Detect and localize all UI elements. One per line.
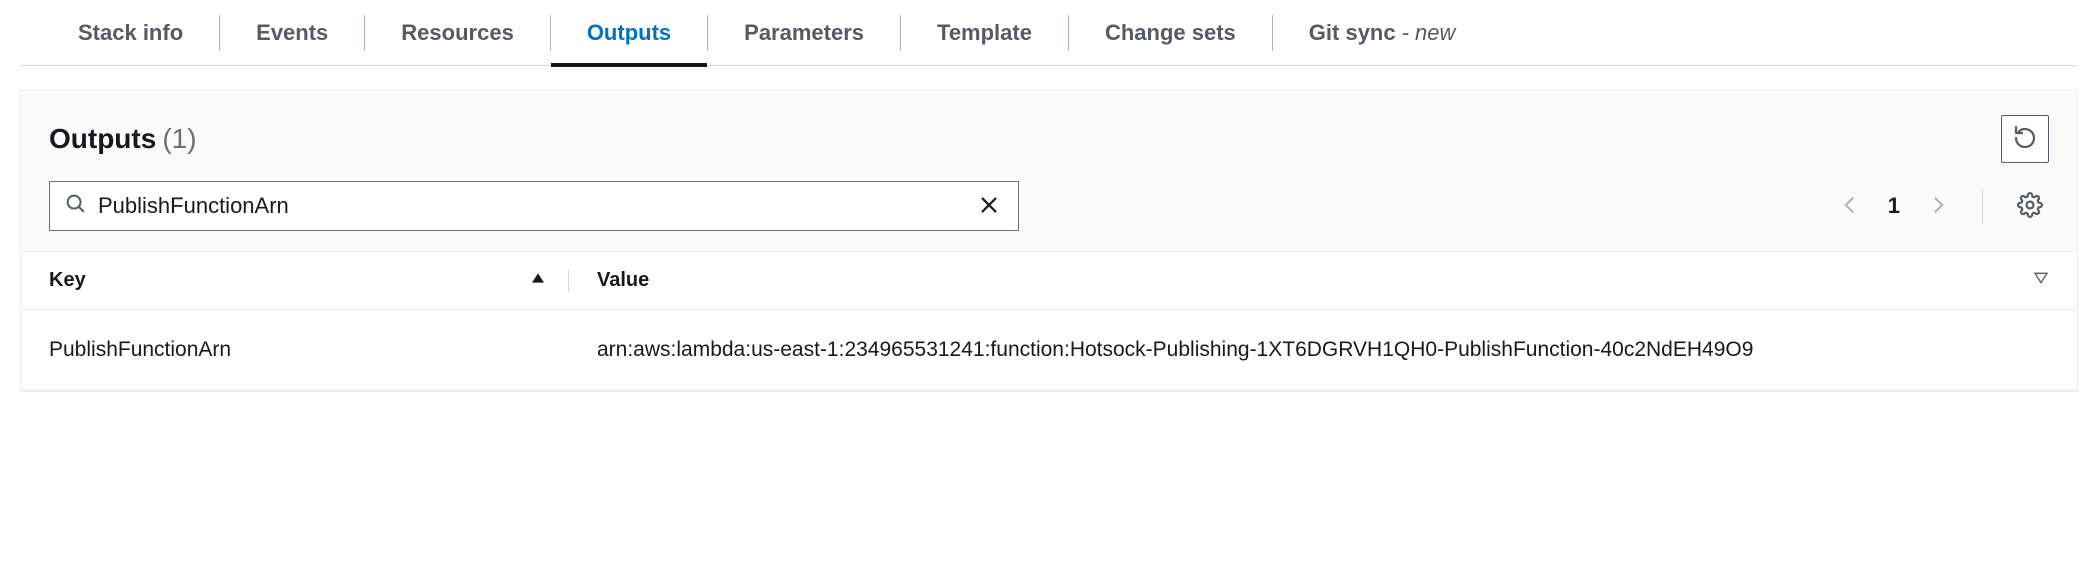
tab-resources[interactable]: Resources xyxy=(365,0,550,66)
table-settings-button[interactable] xyxy=(2011,186,2049,227)
search-box[interactable] xyxy=(49,181,1019,231)
tab-label: Template xyxy=(937,20,1032,46)
cell-key: PublishFunctionArn xyxy=(49,338,569,362)
panel-title: Outputs xyxy=(49,123,156,155)
tab-label: Stack info xyxy=(78,20,183,46)
tab-label: Git sync xyxy=(1309,20,1396,46)
column-header-key[interactable]: Key xyxy=(49,269,569,292)
tab-parameters[interactable]: Parameters xyxy=(708,0,900,66)
outputs-table: Key Value Publ xyxy=(21,251,2077,391)
search-icon xyxy=(64,192,86,220)
pagination: 1 xyxy=(1834,185,1954,228)
tab-label: Outputs xyxy=(587,20,671,46)
tabs-bar: Stack info Events Resources Outputs Para… xyxy=(20,0,2078,66)
table-header-row: Key Value xyxy=(21,252,2077,310)
chevron-right-icon xyxy=(1928,191,1948,222)
refresh-icon xyxy=(2013,126,2037,153)
prev-page-button[interactable] xyxy=(1834,185,1866,228)
cell-value: arn:aws:lambda:us-east-1:234965531241:fu… xyxy=(569,334,2049,366)
chevron-left-icon xyxy=(1840,191,1860,222)
current-page: 1 xyxy=(1882,193,1906,219)
tab-label: Events xyxy=(256,20,328,46)
tab-outputs[interactable]: Outputs xyxy=(551,0,707,66)
sort-none-icon xyxy=(2033,269,2049,292)
refresh-button[interactable] xyxy=(2001,115,2049,163)
tab-stack-info[interactable]: Stack info xyxy=(42,0,219,66)
separator xyxy=(1982,188,1983,224)
gear-icon xyxy=(2017,192,2043,221)
tab-label: Change sets xyxy=(1105,20,1236,46)
column-header-label: Key xyxy=(49,269,86,292)
filter-row: 1 xyxy=(21,181,2077,251)
column-header-value[interactable]: Value xyxy=(569,269,2049,292)
search-input[interactable] xyxy=(86,193,974,219)
outputs-panel: Outputs (1) xyxy=(20,90,2078,392)
panel-header: Outputs (1) xyxy=(21,91,2077,181)
column-header-label: Value xyxy=(597,269,649,292)
sort-asc-icon xyxy=(530,269,546,292)
table-row: PublishFunctionArn arn:aws:lambda:us-eas… xyxy=(21,310,2077,391)
tab-template[interactable]: Template xyxy=(901,0,1068,66)
tab-new-badge: - new xyxy=(1402,20,1456,46)
tab-change-sets[interactable]: Change sets xyxy=(1069,0,1272,66)
tab-events[interactable]: Events xyxy=(220,0,364,66)
next-page-button[interactable] xyxy=(1922,185,1954,228)
clear-search-button[interactable] xyxy=(974,190,1004,223)
panel-count: (1) xyxy=(162,123,196,155)
tab-label: Parameters xyxy=(744,20,864,46)
tab-git-sync[interactable]: Git sync - new xyxy=(1273,0,1492,66)
tab-label: Resources xyxy=(401,20,514,46)
close-icon xyxy=(978,194,1000,219)
